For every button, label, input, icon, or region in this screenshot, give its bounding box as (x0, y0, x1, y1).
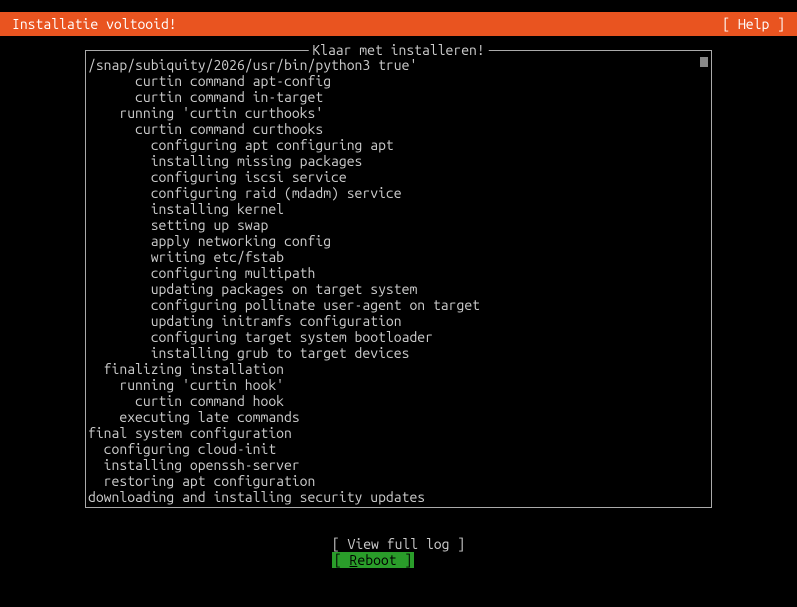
log-panel-title: Klaar met installeren! (308, 42, 488, 58)
install-log-output: /snap/subiquity/2026/usr/bin/python3 tru… (88, 51, 709, 507)
button-group: [ View full log ] [ Reboot ] (332, 536, 465, 568)
view-full-log-button[interactable]: [ View full log ] (332, 536, 465, 552)
header-bar: Installatie voltooid! [ Help ] (0, 12, 797, 36)
page-title: Installatie voltooid! (10, 16, 177, 32)
reboot-button[interactable]: [ Reboot ] (332, 552, 465, 568)
button-area: [ View full log ] [ Reboot ] (0, 536, 797, 568)
install-log-panel: Klaar met installeren! /snap/subiquity/2… (85, 50, 712, 508)
scrollbar-thumb[interactable] (700, 57, 708, 67)
help-button[interactable]: [ Help ] (722, 16, 787, 32)
reboot-button-highlight: [ Reboot ] (332, 552, 414, 568)
